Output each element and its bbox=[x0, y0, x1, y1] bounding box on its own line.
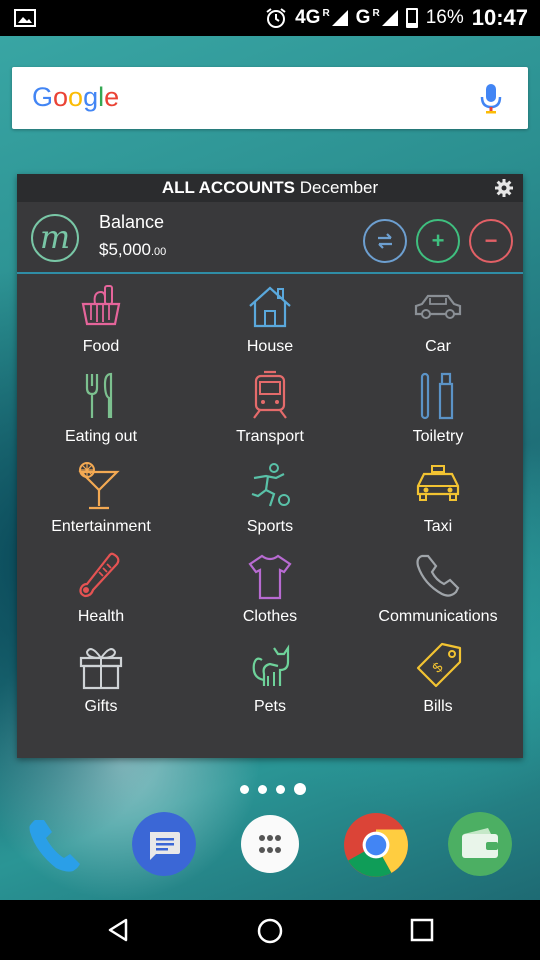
toothbrush-icon bbox=[420, 372, 454, 420]
google-logo: Google bbox=[32, 82, 120, 112]
microphone-icon[interactable] bbox=[480, 83, 502, 115]
train-icon bbox=[253, 370, 287, 419]
image-notification-icon bbox=[14, 9, 36, 27]
transfer-button[interactable] bbox=[363, 219, 407, 263]
month-label[interactable]: December bbox=[300, 178, 378, 197]
app-drawer-icon[interactable] bbox=[238, 812, 302, 876]
house-icon bbox=[249, 286, 291, 328]
cat-icon bbox=[252, 644, 290, 686]
category-label: Toiletry bbox=[412, 428, 464, 445]
category-label: Car bbox=[425, 338, 451, 355]
category-bills[interactable]: $ Bills bbox=[354, 634, 522, 724]
taxi-icon bbox=[416, 465, 460, 501]
category-transport[interactable]: Transport bbox=[186, 364, 354, 454]
price-tag-icon: $ bbox=[416, 642, 462, 688]
back-icon[interactable] bbox=[106, 917, 132, 943]
category-taxi[interactable]: Taxi bbox=[354, 454, 522, 544]
google-search-bar[interactable]: Google bbox=[12, 67, 528, 129]
alarm-icon bbox=[266, 8, 286, 28]
category-label: Communications bbox=[378, 608, 498, 625]
app-logo[interactable]: m bbox=[31, 214, 79, 262]
food-basket-icon bbox=[81, 285, 121, 326]
category-pets[interactable]: Pets bbox=[186, 634, 354, 724]
category-sports[interactable]: Sports bbox=[186, 454, 354, 544]
phone-icon bbox=[416, 554, 460, 597]
home-icon[interactable] bbox=[256, 917, 284, 945]
category-label: Sports bbox=[246, 518, 294, 535]
battery-icon bbox=[405, 8, 418, 28]
category-label: House bbox=[246, 338, 294, 355]
money-widget: ALL ACCOUNTS December m Balance $5,000.0… bbox=[17, 174, 523, 758]
category-label: Clothes bbox=[242, 608, 298, 625]
fork-knife-icon bbox=[85, 372, 113, 418]
category-communications[interactable]: Communications bbox=[354, 544, 522, 634]
network-signal-1: 4G R bbox=[295, 7, 348, 29]
phone-app-icon[interactable] bbox=[24, 812, 88, 876]
tshirt-icon bbox=[248, 554, 292, 600]
navigation-bar bbox=[0, 900, 540, 960]
add-expense-button[interactable]: − bbox=[469, 219, 513, 263]
page-dot bbox=[240, 784, 249, 794]
category-label: Food bbox=[82, 338, 120, 355]
category-label: Transport bbox=[236, 428, 304, 445]
messages-app-icon[interactable] bbox=[132, 812, 196, 876]
chrome-icon[interactable] bbox=[343, 812, 409, 878]
category-label: Gifts bbox=[84, 698, 118, 715]
wallet-app-icon[interactable] bbox=[448, 812, 512, 876]
category-toiletry[interactable]: Toiletry bbox=[354, 364, 522, 454]
transfer-icon bbox=[378, 233, 392, 249]
page-indicator bbox=[240, 783, 306, 795]
thermometer-icon bbox=[79, 552, 120, 598]
category-label: Pets bbox=[253, 698, 286, 715]
category-label: Taxi bbox=[423, 518, 453, 535]
category-label: Entertainment bbox=[51, 518, 151, 535]
gear-icon[interactable] bbox=[495, 179, 513, 197]
balance-amount: $5,000.00 bbox=[99, 240, 167, 259]
widget-header[interactable]: ALL ACCOUNTS December bbox=[17, 174, 523, 202]
category-eating-out[interactable]: Eating out bbox=[17, 364, 185, 454]
account-selector[interactable]: ALL ACCOUNTS bbox=[162, 178, 295, 197]
status-bar: 4G R GR 16% 10:47 bbox=[0, 0, 540, 36]
balance-row: m Balance $5,000.00 + − bbox=[17, 202, 523, 274]
balance-label: Balance bbox=[99, 212, 165, 232]
category-gifts[interactable]: Gifts bbox=[17, 634, 185, 724]
category-food[interactable]: Food bbox=[17, 274, 185, 364]
add-income-button[interactable]: + bbox=[416, 219, 460, 263]
page-dot bbox=[258, 784, 267, 794]
category-label: Eating out bbox=[64, 428, 138, 445]
page-dot-current bbox=[294, 783, 306, 795]
recents-icon[interactable] bbox=[409, 917, 435, 943]
category-house[interactable]: House bbox=[186, 274, 354, 364]
cocktail-icon bbox=[78, 462, 120, 510]
page-dot bbox=[276, 784, 285, 794]
soccer-player-icon bbox=[251, 463, 290, 507]
svg-text:$: $ bbox=[429, 659, 446, 676]
battery-percent: 16% bbox=[425, 7, 464, 28]
gift-icon bbox=[79, 648, 123, 690]
category-car[interactable]: Car bbox=[354, 274, 522, 364]
category-label: Bills bbox=[423, 698, 453, 715]
clock: 10:47 bbox=[471, 5, 528, 30]
category-entertainment[interactable]: Entertainment bbox=[17, 454, 185, 544]
category-clothes[interactable]: Clothes bbox=[186, 544, 354, 634]
category-label: Health bbox=[77, 608, 125, 625]
car-icon bbox=[414, 294, 462, 319]
network-signal-2: GR bbox=[356, 7, 398, 29]
category-health[interactable]: Health bbox=[17, 544, 185, 634]
